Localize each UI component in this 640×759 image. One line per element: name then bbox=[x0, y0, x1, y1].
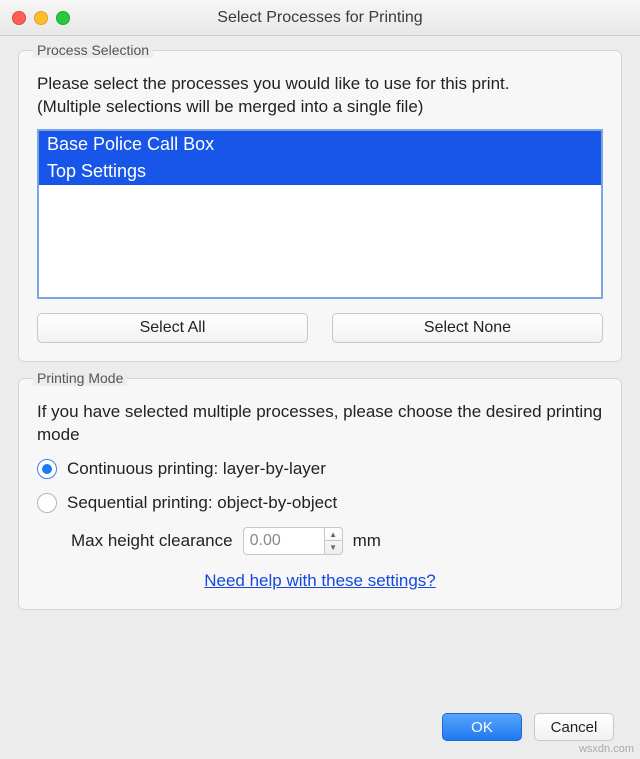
stepper-down-icon[interactable]: ▼ bbox=[325, 541, 342, 554]
zoom-icon[interactable] bbox=[56, 11, 70, 25]
traffic-lights bbox=[0, 11, 70, 25]
instruction-line1: Please select the processes you would li… bbox=[37, 74, 509, 93]
dialog-footer: OK Cancel bbox=[442, 713, 614, 741]
titlebar: Select Processes for Printing bbox=[0, 0, 640, 36]
clearance-row: Max height clearance ▲ ▼ mm bbox=[71, 527, 603, 555]
select-none-button[interactable]: Select None bbox=[332, 313, 603, 343]
window-title: Select Processes for Printing bbox=[0, 9, 640, 27]
ok-button[interactable]: OK bbox=[442, 713, 522, 741]
select-all-button[interactable]: Select All bbox=[37, 313, 308, 343]
help-link[interactable]: Need help with these settings? bbox=[204, 571, 436, 590]
close-icon[interactable] bbox=[12, 11, 26, 25]
sequential-row[interactable]: Sequential printing: object-by-object bbox=[37, 493, 603, 513]
sequential-label: Sequential printing: object-by-object bbox=[67, 493, 337, 513]
printing-mode-label: Printing Mode bbox=[33, 370, 127, 386]
radio-continuous[interactable] bbox=[37, 459, 57, 479]
process-selection-instruction: Please select the processes you would li… bbox=[37, 73, 603, 119]
process-selection-label: Process Selection bbox=[33, 42, 153, 58]
list-item[interactable]: Base Police Call Box bbox=[39, 131, 601, 158]
watermark: wsxdn.com bbox=[579, 743, 634, 755]
list-item[interactable]: Top Settings bbox=[39, 158, 601, 185]
minimize-icon[interactable] bbox=[34, 11, 48, 25]
stepper-up-icon[interactable]: ▲ bbox=[325, 528, 342, 542]
cancel-button[interactable]: Cancel bbox=[534, 713, 614, 741]
printing-mode-group: Printing Mode If you have selected multi… bbox=[18, 378, 622, 610]
clearance-stepper[interactable]: ▲ ▼ bbox=[325, 527, 343, 555]
printing-mode-instruction: If you have selected multiple processes,… bbox=[37, 401, 603, 447]
clearance-label: Max height clearance bbox=[71, 531, 233, 551]
process-selection-group: Process Selection Please select the proc… bbox=[18, 50, 622, 362]
radio-sequential[interactable] bbox=[37, 493, 57, 513]
continuous-label: Continuous printing: layer-by-layer bbox=[67, 459, 326, 479]
continuous-row[interactable]: Continuous printing: layer-by-layer bbox=[37, 459, 603, 479]
clearance-unit: mm bbox=[353, 531, 381, 551]
clearance-input[interactable] bbox=[243, 527, 325, 555]
process-list[interactable]: Base Police Call Box Top Settings bbox=[37, 129, 603, 299]
instruction-line2: (Multiple selections will be merged into… bbox=[37, 97, 423, 116]
